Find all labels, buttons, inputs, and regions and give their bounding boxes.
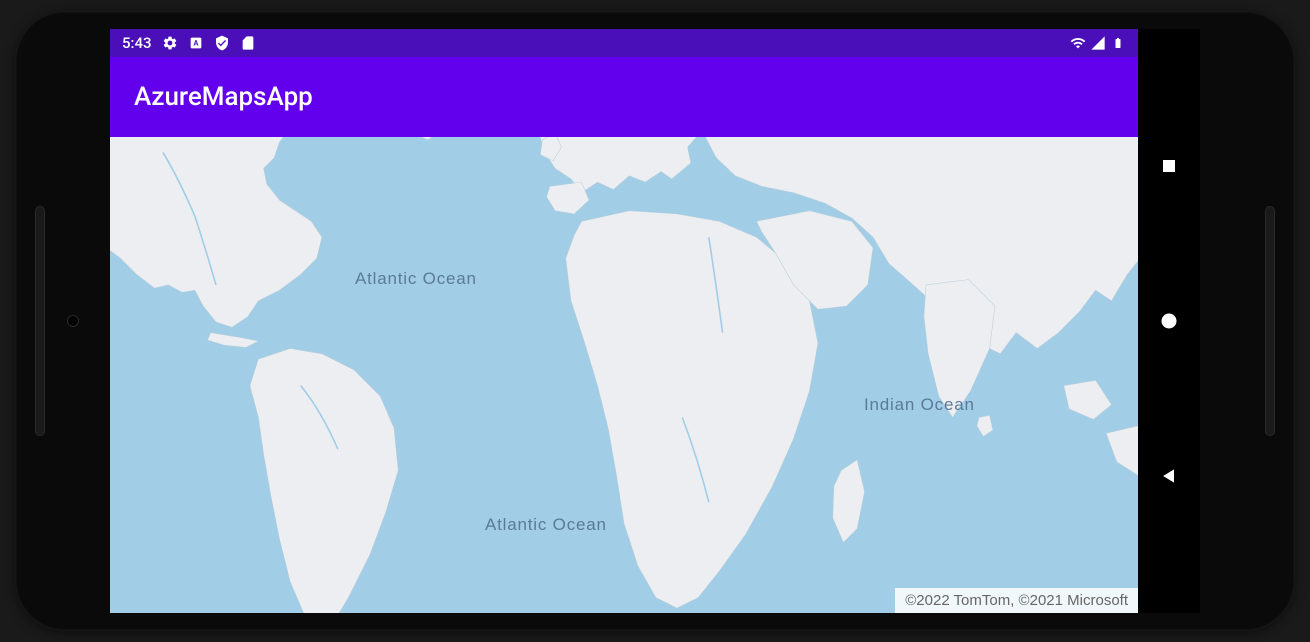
svg-text:A: A: [193, 39, 198, 48]
africa-landmass: [566, 211, 818, 608]
camera-lens: [67, 315, 79, 327]
circle-icon: [1159, 311, 1179, 331]
map-canvas: [110, 137, 1138, 613]
south-america-landmass: [250, 349, 398, 613]
wifi-icon: [1070, 35, 1086, 51]
device-frame: 5:43 A: [15, 11, 1295, 631]
status-left: 5:43 A: [122, 34, 256, 52]
ocean-label-atlantic-north: Atlantic Ocean: [355, 269, 477, 289]
app-bar: AzureMapsApp: [110, 57, 1138, 137]
app-title: AzureMapsApp: [134, 82, 313, 112]
speaker-grill-left: [35, 206, 45, 436]
app-badge-icon: A: [188, 35, 204, 51]
signal-icon: [1090, 35, 1106, 51]
recents-button[interactable]: [1159, 156, 1179, 176]
gear-icon: [162, 35, 178, 51]
battery-icon: [1110, 35, 1126, 51]
greenland-landmass: [386, 137, 450, 140]
speaker-grill-right: [1265, 206, 1275, 436]
indonesia-landmass: [1106, 426, 1138, 481]
home-button[interactable]: [1159, 311, 1179, 331]
square-icon: [1160, 157, 1178, 175]
screen: 5:43 A: [110, 29, 1200, 613]
navigation-bar: [1138, 29, 1200, 613]
ocean-label-atlantic-south: Atlantic Ocean: [485, 515, 607, 535]
back-button[interactable]: [1159, 466, 1179, 486]
shield-icon: [214, 35, 230, 51]
app-area: 5:43 A: [110, 29, 1138, 613]
status-bar: 5:43 A: [110, 29, 1138, 57]
madagascar-landmass: [833, 460, 865, 543]
sd-card-icon: [240, 35, 256, 51]
caribbean-landmass: [208, 333, 259, 348]
status-time: 5:43: [122, 34, 152, 52]
triangle-back-icon: [1159, 466, 1179, 486]
sri-lanka-landmass: [977, 415, 993, 436]
ocean-label-indian: Indian Ocean: [864, 395, 975, 415]
map-attribution: ©2022 TomTom, ©2021 Microsoft: [895, 588, 1138, 613]
status-right: [1070, 35, 1126, 51]
map-view[interactable]: Atlantic Ocean Atlantic Ocean Indian Oce…: [110, 137, 1138, 613]
iberia-landmass: [547, 182, 589, 214]
se-asia-landmass: [1064, 380, 1112, 419]
north-america-landmass: [110, 137, 322, 327]
